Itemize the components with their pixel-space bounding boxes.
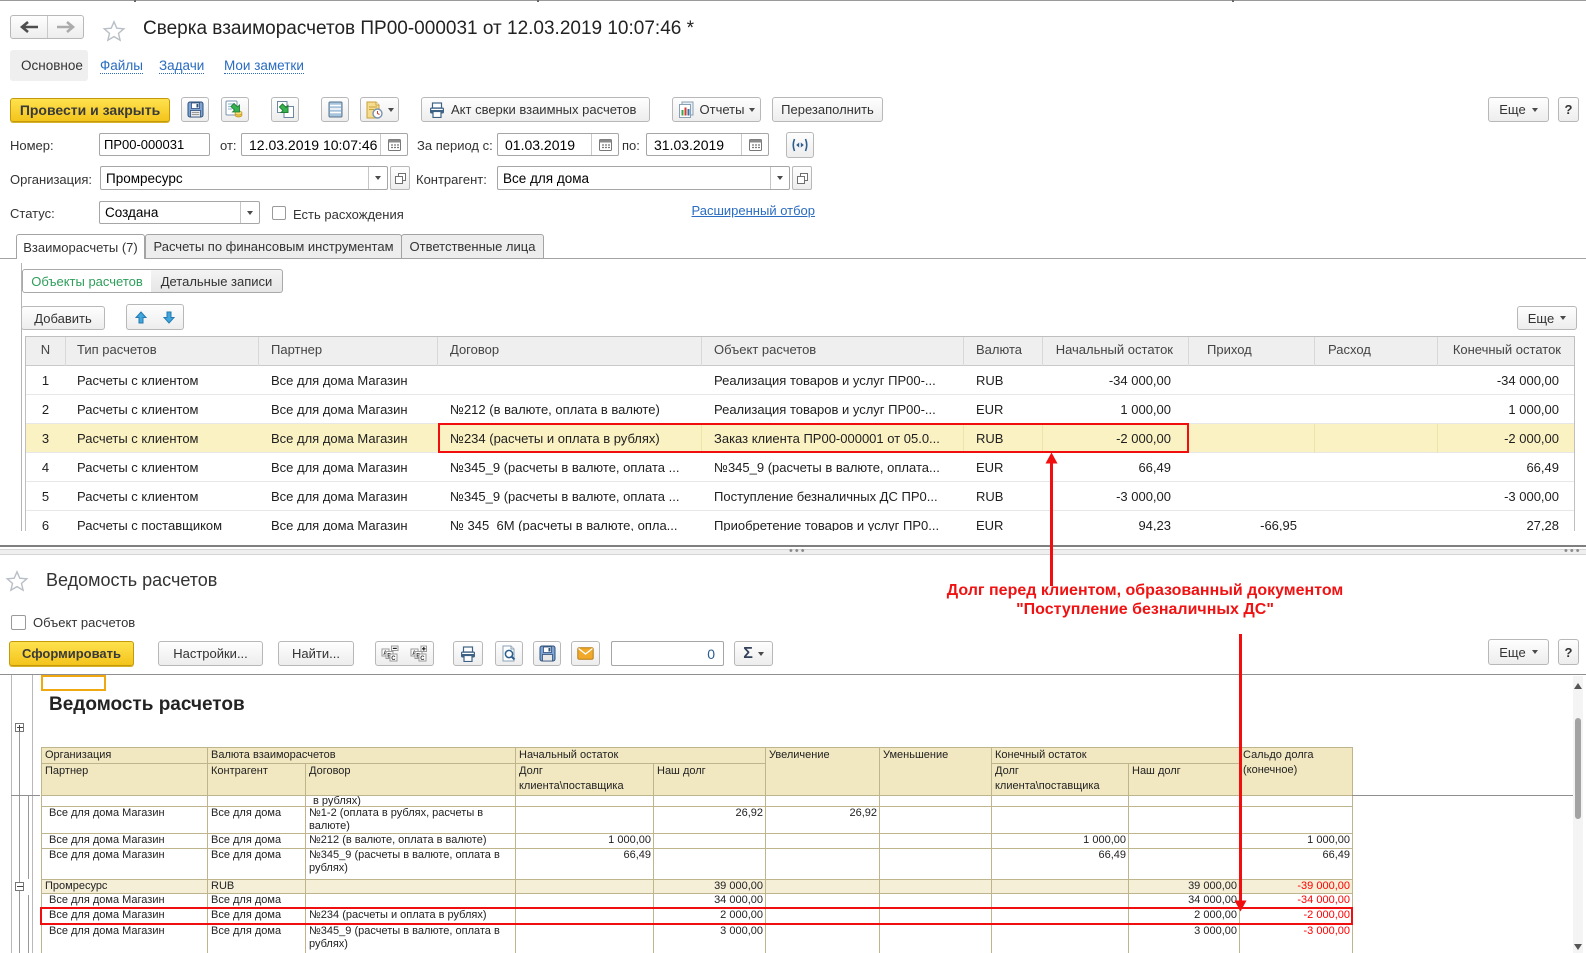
svg-text:C: C	[420, 656, 425, 662]
svg-text:C: C	[391, 656, 396, 662]
